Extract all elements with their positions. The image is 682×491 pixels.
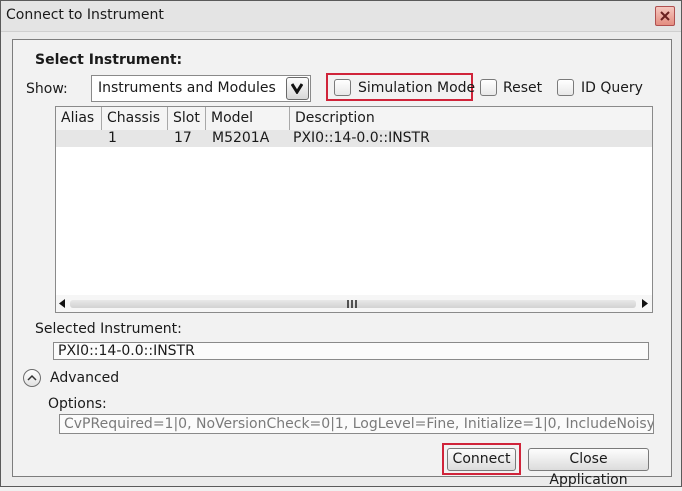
instrument-table: Alias Chassis Slot Model Description 1 1… [55,106,653,313]
select-instrument-heading: Select Instrument: [35,52,183,68]
table-row[interactable]: 1 17 M5201A PXI0::14-0.0::INSTR [56,130,652,147]
table-header: Alias Chassis Slot Model Description [56,107,652,131]
dropdown-button[interactable] [286,77,309,100]
cell-slot: 17 [174,130,192,146]
options-label: Options: [48,396,107,412]
chevron-up-icon [27,374,37,381]
advanced-label[interactable]: Advanced [50,370,119,386]
cell-chassis: 1 [108,130,117,146]
show-dropdown-value: Instruments and Modules [98,80,276,96]
selected-instrument-field[interactable]: PXI0::14-0.0::INSTR [53,342,649,360]
id-query-checkbox[interactable] [557,79,574,96]
reset-label[interactable]: Reset [503,80,542,96]
column-header-slot[interactable]: Slot [168,107,206,130]
cell-model: M5201A [212,130,270,146]
title-bar: Connect to Instrument [1,1,681,32]
window-title: Connect to Instrument [6,7,164,23]
options-field[interactable]: CvPRequired=1|0, NoVersionCheck=0|1, Log… [59,414,654,434]
close-window-button[interactable] [655,6,675,26]
close-icon [660,11,670,21]
horizontal-scrollbar[interactable] [56,295,652,312]
show-dropdown[interactable]: Instruments and Modules [91,75,311,102]
column-header-description[interactable]: Description [290,107,652,130]
id-query-label[interactable]: ID Query [581,80,643,96]
scroll-right-icon[interactable] [642,299,649,308]
column-header-chassis[interactable]: Chassis [102,107,168,130]
scroll-grip-icon [347,300,357,308]
simulation-mode-label[interactable]: Simulation Mode [358,80,475,96]
connect-button[interactable]: Connect [447,448,516,471]
column-header-alias[interactable]: Alias [56,107,102,130]
column-header-model[interactable]: Model [206,107,290,130]
simulation-mode-checkbox[interactable] [334,79,351,96]
chevron-down-icon [291,83,303,94]
connect-dialog: Connect to Instrument Select Instrument:… [0,0,682,488]
reset-checkbox[interactable] [480,79,497,96]
show-label: Show: [26,81,68,97]
close-application-button[interactable]: Close Application [528,448,649,488]
cell-description: PXI0::14-0.0::INSTR [293,130,430,146]
instrument-panel: Select Instrument: Show: Instruments and… [12,39,672,488]
scroll-left-icon[interactable] [59,299,66,308]
advanced-expand-button[interactable] [23,369,41,387]
selected-instrument-label: Selected Instrument: [35,321,182,337]
